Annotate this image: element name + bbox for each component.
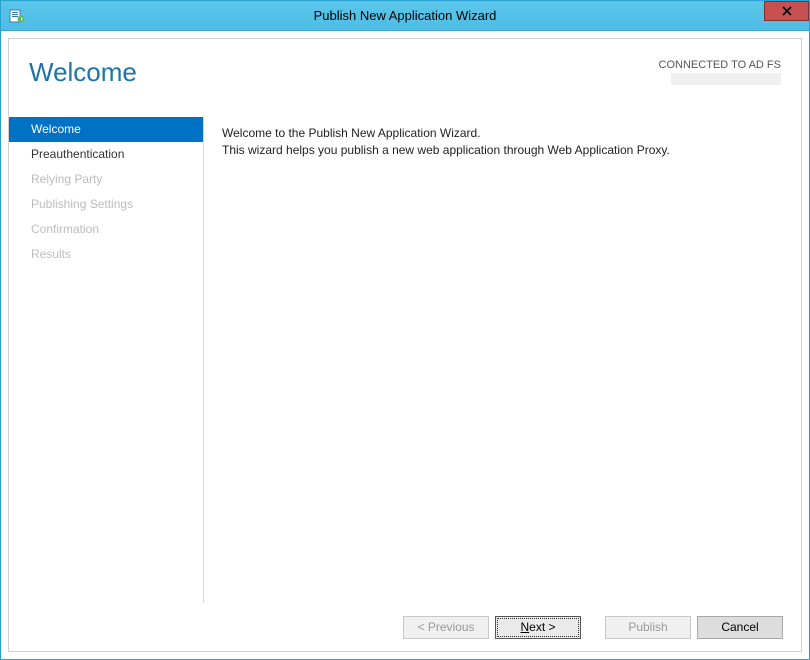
sidebar-item-relying-party: Relying Party — [9, 167, 203, 192]
inner-frame: Welcome CONNECTED TO AD FS Welcome Preau… — [8, 38, 802, 652]
content-area: Welcome to the Publish New Application W… — [204, 117, 801, 603]
publish-button: Publish — [605, 616, 691, 639]
button-bar: < Previous Next > Publish Cancel — [9, 603, 801, 651]
connection-status-detail — [671, 73, 781, 85]
header-area: Welcome CONNECTED TO AD FS — [9, 39, 801, 117]
close-button[interactable] — [764, 1, 809, 21]
previous-button: < Previous — [403, 616, 489, 639]
previous-button-label: < Previous — [417, 620, 474, 634]
sidebar-item-label: Welcome — [31, 122, 81, 136]
publish-button-label: Publish — [628, 620, 667, 634]
sidebar-item-label: Relying Party — [31, 172, 102, 186]
sidebar-item-preauthentication[interactable]: Preauthentication — [9, 142, 203, 167]
sidebar-item-welcome[interactable]: Welcome — [9, 117, 203, 142]
sidebar-item-confirmation: Confirmation — [9, 217, 203, 242]
welcome-text-line1: Welcome to the Publish New Application W… — [222, 125, 781, 142]
wizard-window: Publish New Application Wizard Welcome C… — [0, 0, 810, 660]
connection-status: CONNECTED TO AD FS — [659, 59, 781, 85]
next-button-label: Next > — [520, 620, 555, 634]
app-icon — [9, 8, 25, 24]
connection-status-label: CONNECTED TO AD FS — [659, 59, 781, 71]
sidebar-item-label: Results — [31, 247, 71, 261]
welcome-text-line2: This wizard helps you publish a new web … — [222, 142, 781, 159]
sidebar-item-publishing-settings: Publishing Settings — [9, 192, 203, 217]
sidebar-item-label: Publishing Settings — [31, 197, 133, 211]
wizard-steps-sidebar: Welcome Preauthentication Relying Party … — [9, 117, 204, 603]
titlebar: Publish New Application Wizard — [1, 1, 809, 31]
cancel-button-label: Cancel — [721, 620, 758, 634]
sidebar-item-label: Confirmation — [31, 222, 99, 236]
window-title: Publish New Application Wizard — [1, 8, 809, 23]
sidebar-item-results: Results — [9, 242, 203, 267]
next-button[interactable]: Next > — [495, 616, 581, 639]
cancel-button[interactable]: Cancel — [697, 616, 783, 639]
close-icon — [782, 6, 792, 16]
body-area: Welcome Preauthentication Relying Party … — [9, 117, 801, 603]
sidebar-item-label: Preauthentication — [31, 147, 124, 161]
